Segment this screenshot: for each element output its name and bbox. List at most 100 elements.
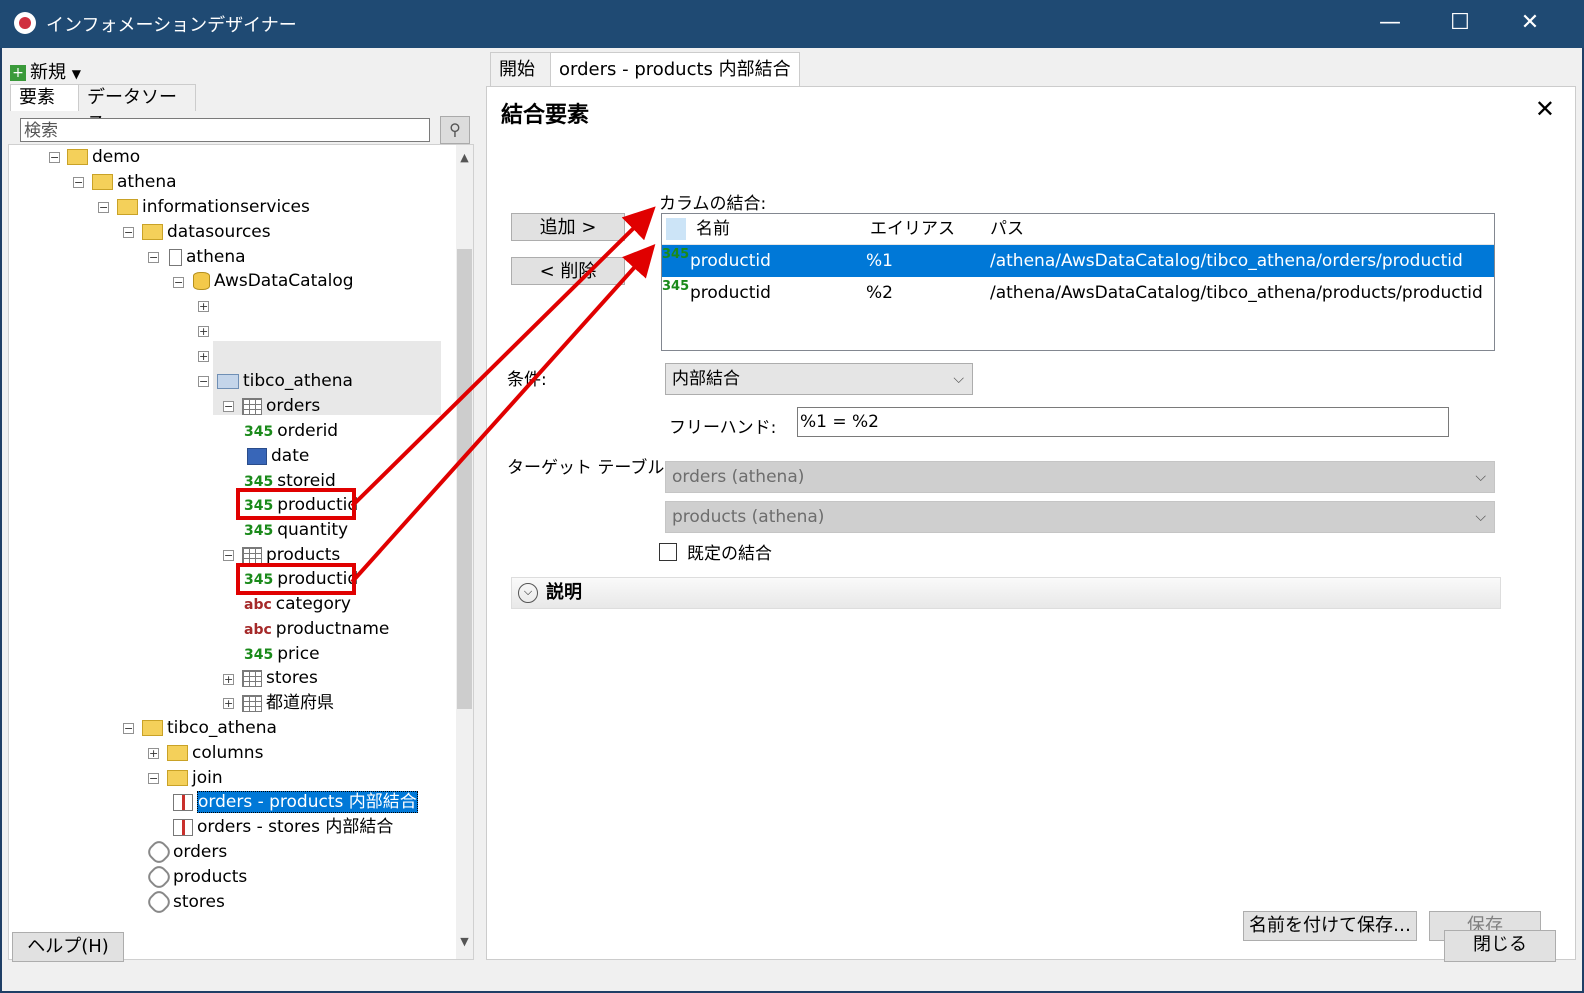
tree-node-stores-table[interactable]: stores (242, 666, 318, 690)
row-name: productid (690, 251, 771, 271)
tree-node-quantity[interactable]: 345 quantity (244, 518, 348, 542)
search-icon: ⚲ (449, 120, 461, 139)
tree-node-label: quantity (277, 520, 349, 540)
chevron-down-circle-icon: ⌵ (518, 583, 538, 603)
default-join-label: 既定の結合 (687, 544, 772, 564)
select-all-cell[interactable] (666, 218, 686, 240)
tree-node-label: 都道府県 (266, 693, 334, 713)
tree-node-link-products[interactable]: products (144, 862, 248, 892)
expand-toggle[interactable]: + (148, 748, 159, 759)
chevron-down-icon: ⌵ (1475, 469, 1486, 485)
chevron-down-icon: ⌵ (1475, 509, 1486, 525)
tree-node-datasources[interactable]: datasources (142, 220, 271, 244)
condition-select[interactable]: 内部結合 ⌵ (665, 363, 973, 395)
collapse-toggle[interactable]: − (98, 202, 109, 213)
scroll-up-icon[interactable]: ▲ (456, 151, 473, 164)
tree-node-label: products (266, 545, 341, 565)
column-header-path[interactable]: パス (990, 214, 1024, 244)
expand-toggle[interactable]: + (198, 301, 209, 312)
column-header-name[interactable]: 名前 (696, 214, 730, 244)
help-button[interactable]: ヘルプ(H) (12, 932, 124, 962)
collapse-toggle[interactable]: − (148, 773, 159, 784)
tree-node-label: orders - stores 内部結合 (197, 817, 394, 837)
tree-node-label: category (275, 594, 351, 614)
maximize-button[interactable]: ☐ (1425, 0, 1495, 48)
table-row[interactable]: 345 productid %1 /athena/AwsDataCatalog/… (662, 245, 1494, 277)
collapse-toggle[interactable]: − (73, 177, 84, 188)
tree-node-category[interactable]: abc category (244, 592, 351, 616)
new-button-label: 新規 (30, 62, 66, 83)
close-window-button[interactable]: ✕ (1495, 0, 1565, 48)
close-dialog-button[interactable]: 閉じる (1444, 930, 1556, 962)
table-icon (242, 694, 262, 712)
tree-node-label: columns (192, 743, 264, 763)
tree-node-demo[interactable]: demo (67, 145, 140, 169)
element-tree: − demo − athena − informationservices − … (8, 144, 474, 960)
close-editor-button[interactable]: ✕ (1535, 95, 1555, 123)
tab-datasources[interactable]: データソース (78, 84, 196, 134)
table-row[interactable]: 345 productid %2 /athena/AwsDataCatalog/… (662, 277, 1494, 309)
search-input[interactable]: 検索 (20, 118, 430, 142)
tree-node-informationservices[interactable]: informationservices (117, 195, 310, 219)
tree-node-columns[interactable]: columns (167, 741, 263, 765)
expand-toggle[interactable]: + (223, 698, 234, 709)
description-expander[interactable]: ⌵ 説明 (511, 577, 1501, 609)
new-button[interactable]: + 新規 ▼ (10, 58, 81, 84)
collapse-toggle[interactable]: − (223, 550, 234, 561)
tree-node-tibco-athena-schema[interactable]: tibco_athena (217, 369, 353, 393)
scroll-thumb[interactable] (457, 249, 472, 709)
calendar-icon (247, 447, 267, 465)
tree-node-label: products (173, 867, 248, 887)
tree-node-join-folder[interactable]: join (167, 766, 223, 790)
tree-scrollbar[interactable]: ▲ ▼ (456, 145, 473, 959)
search-button[interactable]: ⚲ (440, 116, 470, 144)
save-as-button[interactable]: 名前を付けて保存… (1243, 911, 1417, 941)
freehand-input[interactable]: %1 = %2 (797, 407, 1449, 437)
target-table-value-2: products (athena) (672, 507, 825, 527)
collapse-toggle[interactable]: − (223, 401, 234, 412)
tree-node-productname[interactable]: abc productname (244, 617, 389, 641)
collapse-toggle[interactable]: − (123, 723, 134, 734)
condition-value: 内部結合 (672, 369, 740, 389)
link-icon (144, 837, 174, 867)
tree-node-join-orders-products[interactable]: orders - products 内部結合 (173, 790, 418, 814)
collapse-toggle[interactable]: − (49, 152, 60, 163)
row-alias: %1 (866, 251, 893, 271)
grid-header: 名前 エイリアス パス (662, 214, 1494, 245)
remove-button[interactable]: < 削除 (511, 257, 625, 285)
tab-join-editor[interactable]: orders - products 内部結合 (550, 52, 800, 87)
tree-node-label: date (271, 446, 310, 466)
default-join-checkbox[interactable] (659, 543, 677, 561)
tree-node-athena[interactable]: athena (92, 170, 177, 194)
tree-node-link-orders[interactable]: orders (144, 837, 227, 867)
tree-node-orderid[interactable]: 345 orderid (244, 419, 338, 443)
schema-icon (217, 373, 239, 389)
tree-node-join-orders-stores[interactable]: orders - stores 内部結合 (173, 815, 393, 839)
freehand-label: フリーハンド: (669, 418, 777, 438)
collapse-toggle[interactable]: − (198, 376, 209, 387)
tree-node-link-stores[interactable]: stores (144, 887, 225, 917)
expand-toggle[interactable]: + (198, 351, 209, 362)
column-header-alias[interactable]: エイリアス (870, 214, 955, 244)
tab-elements[interactable]: 要素 (10, 84, 88, 111)
collapse-toggle[interactable]: − (173, 277, 184, 288)
scroll-down-icon[interactable]: ▼ (456, 935, 473, 948)
minimize-button[interactable]: — (1355, 0, 1425, 48)
join-icon (173, 818, 193, 836)
tab-start[interactable]: 開始 (490, 52, 552, 87)
tree-node-date[interactable]: date (247, 444, 309, 468)
expand-toggle[interactable]: + (198, 326, 209, 337)
collapse-toggle[interactable]: − (148, 252, 159, 263)
expand-toggle[interactable]: + (223, 674, 234, 685)
condition-label: 条件: (507, 370, 547, 390)
collapse-toggle[interactable]: − (123, 227, 134, 238)
tree-node-orders-table[interactable]: orders (242, 394, 320, 418)
tree-node-athena-source[interactable]: athena (169, 245, 246, 269)
tree-node-tibco-athena-folder[interactable]: tibco_athena (142, 716, 277, 740)
string-type-icon: abc (244, 622, 272, 638)
add-button[interactable]: 追加 > (511, 213, 625, 241)
tree-node-awsdatacatalog[interactable]: AwsDataCatalog (193, 269, 354, 293)
tree-node-price[interactable]: 345 price (244, 642, 320, 666)
highlight-orders-productid (236, 488, 356, 520)
tree-node-prefecture-table[interactable]: 都道府県 (242, 691, 334, 715)
